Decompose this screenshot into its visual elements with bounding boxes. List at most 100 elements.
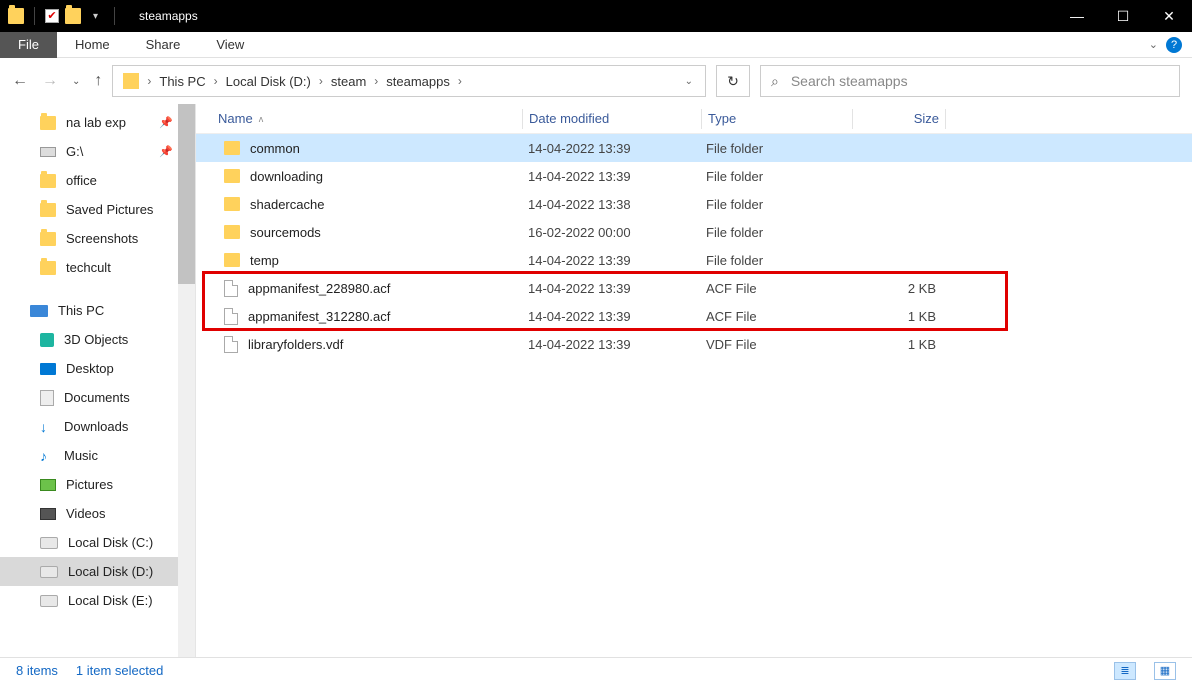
- sidebar-item[interactable]: Videos: [0, 499, 195, 528]
- file-name: appmanifest_228980.acf: [248, 281, 390, 296]
- sidebar-item[interactable]: ♪Music: [0, 441, 195, 470]
- home-tab[interactable]: Home: [57, 32, 128, 58]
- close-button[interactable]: ✕: [1146, 0, 1192, 32]
- folder-icon: [224, 253, 240, 267]
- file-row[interactable]: downloading14-04-2022 13:39File folder: [196, 162, 1192, 190]
- sidebar-item[interactable]: Pictures: [0, 470, 195, 499]
- sidebar-item-label: Music: [64, 448, 98, 463]
- sidebar-item-label: G:\: [66, 144, 83, 159]
- search-box[interactable]: ⌕ Search steamapps: [760, 65, 1180, 97]
- file-row[interactable]: sourcemods16-02-2022 00:00File folder: [196, 218, 1192, 246]
- sidebar-item-label: na lab exp: [66, 115, 126, 130]
- video-icon: [40, 508, 56, 520]
- crumb-thispc[interactable]: This PC: [153, 74, 211, 89]
- recent-dropdown-icon[interactable]: ⌄: [72, 76, 80, 87]
- col-name-header[interactable]: Name ʌ: [196, 111, 522, 126]
- addr-dropdown-icon[interactable]: ⌄: [677, 76, 701, 87]
- qat-properties-icon[interactable]: ✔: [45, 9, 59, 23]
- sidebar-item[interactable]: Documents: [0, 383, 195, 412]
- crumb-steamapps[interactable]: steamapps: [380, 74, 456, 89]
- file-row[interactable]: appmanifest_312280.acf14-04-2022 13:39AC…: [196, 302, 1192, 330]
- col-type-header[interactable]: Type: [702, 111, 852, 126]
- large-icons-view-button[interactable]: ▦: [1154, 662, 1176, 680]
- ribbon-collapse-icon[interactable]: ⌄: [1149, 38, 1158, 51]
- crumb-sep-icon[interactable]: ›: [372, 74, 380, 88]
- crumb-sep-icon[interactable]: ›: [145, 74, 153, 88]
- file-list[interactable]: common14-04-2022 13:39File folderdownloa…: [196, 134, 1192, 358]
- file-name: libraryfolders.vdf: [248, 337, 343, 352]
- sidebar-item-label: office: [66, 173, 97, 188]
- crumb-sep-icon[interactable]: ›: [212, 74, 220, 88]
- sidebar-item[interactable]: Screenshots: [0, 224, 195, 253]
- sidebar-item[interactable]: 3D Objects: [0, 325, 195, 354]
- desktop-icon: [40, 363, 56, 375]
- sidebar-item[interactable]: ↓Downloads: [0, 412, 195, 441]
- help-button[interactable]: ?: [1166, 37, 1182, 53]
- sidebar-item-label: Downloads: [64, 419, 128, 434]
- title-bar: ✔ ▾ steamapps — ☐ ✕: [0, 0, 1192, 32]
- sidebar-item[interactable]: Saved Pictures: [0, 195, 195, 224]
- doc-icon: [40, 390, 54, 406]
- up-button[interactable]: ↑: [94, 72, 102, 90]
- file-row[interactable]: shadercache14-04-2022 13:38File folder: [196, 190, 1192, 218]
- sidebar-item-label: Videos: [66, 506, 106, 521]
- col-date-header[interactable]: Date modified: [523, 111, 701, 126]
- sidebar-item[interactable]: G:\📌: [0, 137, 195, 166]
- sidebar-item-label: Local Disk (E:): [68, 593, 153, 608]
- folder-icon: [40, 116, 56, 130]
- file-row[interactable]: appmanifest_228980.acf14-04-2022 13:39AC…: [196, 274, 1192, 302]
- sidebar-item[interactable]: Desktop: [0, 354, 195, 383]
- share-tab[interactable]: Share: [128, 32, 199, 58]
- 3d-icon: [40, 333, 54, 347]
- sidebar-item[interactable]: office: [0, 166, 195, 195]
- forward-button[interactable]: →: [42, 72, 58, 90]
- file-name: appmanifest_312280.acf: [248, 309, 390, 324]
- col-size-header[interactable]: Size: [853, 111, 945, 126]
- file-row[interactable]: temp 14-04-2022 13:39File folder: [196, 246, 1192, 274]
- sidebar-item-label: Local Disk (D:): [68, 564, 153, 579]
- col-separator[interactable]: [945, 109, 946, 129]
- addr-folder-icon: [123, 73, 139, 89]
- crumb-sep-icon[interactable]: ›: [456, 74, 464, 88]
- file-name: downloading: [250, 169, 323, 184]
- crumb-sep-icon[interactable]: ›: [317, 74, 325, 88]
- view-tab[interactable]: View: [198, 32, 262, 58]
- qat-dropdown-icon[interactable]: ▾: [93, 11, 98, 22]
- file-date: 14-04-2022 13:39: [522, 253, 700, 268]
- file-icon: [224, 336, 238, 353]
- minimize-button[interactable]: —: [1054, 0, 1100, 32]
- folder-icon: [224, 141, 240, 155]
- sidebar-item[interactable]: Local Disk (E:): [0, 586, 195, 615]
- file-type: File folder: [700, 253, 850, 268]
- file-name: common: [250, 141, 300, 156]
- folder-icon: [40, 261, 56, 275]
- file-date: 16-02-2022 00:00: [522, 225, 700, 240]
- details-view-button[interactable]: ≣: [1114, 662, 1136, 680]
- file-name: temp: [250, 253, 279, 268]
- file-date: 14-04-2022 13:38: [522, 197, 700, 212]
- sidebar-item[interactable]: techcult: [0, 253, 195, 282]
- file-icon: [224, 308, 238, 325]
- drive-icon: [40, 537, 58, 549]
- file-tab[interactable]: File: [0, 32, 57, 58]
- sidebar-item-label: This PC: [58, 303, 104, 318]
- file-row[interactable]: common14-04-2022 13:39File folder: [196, 134, 1192, 162]
- file-row[interactable]: libraryfolders.vdf14-04-2022 13:39VDF Fi…: [196, 330, 1192, 358]
- sidebar-item-thispc[interactable]: This PC: [0, 296, 195, 325]
- sidebar-item[interactable]: Local Disk (D:): [0, 557, 195, 586]
- file-name: sourcemods: [250, 225, 321, 240]
- address-bar[interactable]: › This PC › Local Disk (D:) › steam › st…: [112, 65, 706, 97]
- crumb-steam[interactable]: steam: [325, 74, 372, 89]
- back-button[interactable]: ←: [12, 72, 28, 90]
- thispc-icon: [30, 305, 48, 317]
- folder-icon: [40, 174, 56, 188]
- scrollbar-thumb[interactable]: [178, 104, 195, 284]
- sidebar-item[interactable]: na lab exp📌: [0, 108, 195, 137]
- refresh-button[interactable]: ↻: [716, 65, 750, 97]
- crumb-drive[interactable]: Local Disk (D:): [220, 74, 317, 89]
- sidebar-item[interactable]: Local Disk (C:): [0, 528, 195, 557]
- sidebar-item-label: Pictures: [66, 477, 113, 492]
- qat-newfolder-icon[interactable]: [65, 8, 81, 24]
- file-name: shadercache: [250, 197, 324, 212]
- maximize-button[interactable]: ☐: [1100, 0, 1146, 32]
